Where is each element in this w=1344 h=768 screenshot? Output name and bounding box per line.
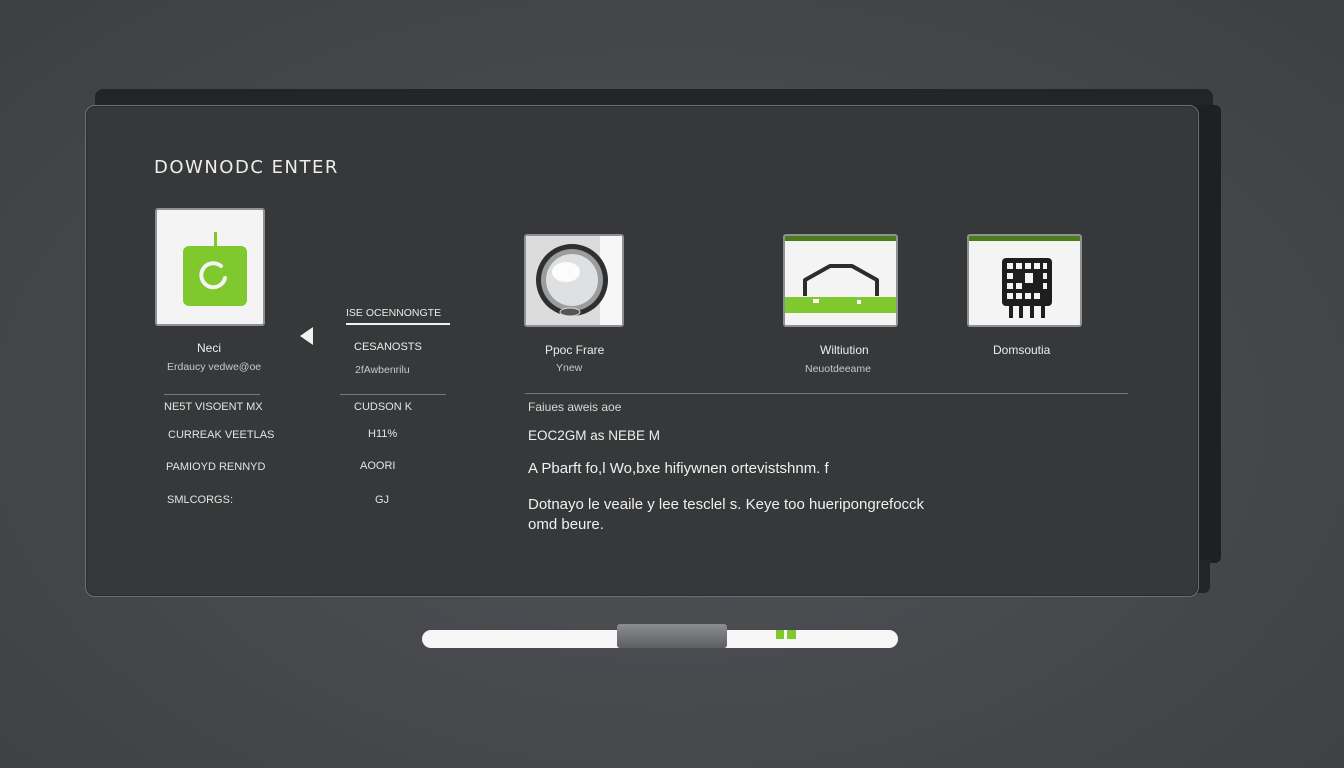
chip-icon (969, 236, 1080, 325)
power-icon (183, 246, 247, 306)
tile-label: Neci (197, 341, 222, 355)
house-icon (785, 236, 896, 325)
row-value: CUDSON K (354, 401, 413, 413)
tile-neci[interactable] (155, 208, 265, 326)
tile-ppoc-frare[interactable] (524, 234, 624, 327)
tile-label: Ppoc Frare (545, 343, 605, 357)
column-header[interactable]: ISE OCENNONGTE (346, 307, 441, 319)
detail-line-1: Faiues aweis aoe (528, 400, 622, 414)
divider (340, 394, 446, 395)
tile-wiltiution[interactable] (783, 234, 898, 327)
disc-icon (526, 236, 622, 325)
tile-sub: Erdaucy vedwe@oe (167, 361, 262, 373)
detail-line-4b: omd beure. (528, 516, 604, 533)
detail-line-3: A Pbarft fo,l Wo,bxe hifiywnen ortevists… (528, 460, 829, 477)
middle-label: CESANOSTS (354, 341, 422, 353)
tile-domsoutia[interactable] (967, 234, 1082, 327)
row-value: H11% (368, 428, 398, 440)
slider-marker (776, 630, 796, 639)
row-value: GJ (375, 494, 390, 506)
divider (164, 394, 260, 395)
back-arrow-icon[interactable] (300, 327, 313, 345)
page-title: DOWNODC ENTER (154, 157, 339, 178)
row-name: CURREAK VEETLAS (168, 429, 275, 441)
tile-sub: Ynew (556, 362, 583, 374)
tile-sub: Neuotdeeame (805, 363, 871, 375)
tile-label: Domsoutia (993, 343, 1051, 357)
row-name: PAMIOYD RENNYD (166, 461, 266, 473)
row-value: AOORI (360, 460, 396, 472)
column-header-underline (346, 323, 450, 325)
row-name: SMLCORGS: (167, 494, 234, 506)
tile-label: Wiltiution (820, 343, 869, 357)
divider (525, 393, 1128, 394)
detail-line-4a: Dotnayo le veaile y lee tesclel s. Keye … (528, 496, 925, 513)
detail-line-4: Dotnayo le veaile y lee tesclel s. Keye … (528, 495, 924, 535)
middle-sub: 2fAwbenrilu (355, 364, 410, 376)
detail-line-2: EOC2GM as NEBE M (528, 428, 661, 443)
row-name: NE5T VISOENT MX (164, 401, 263, 413)
scroll-slider-thumb[interactable] (617, 624, 728, 648)
